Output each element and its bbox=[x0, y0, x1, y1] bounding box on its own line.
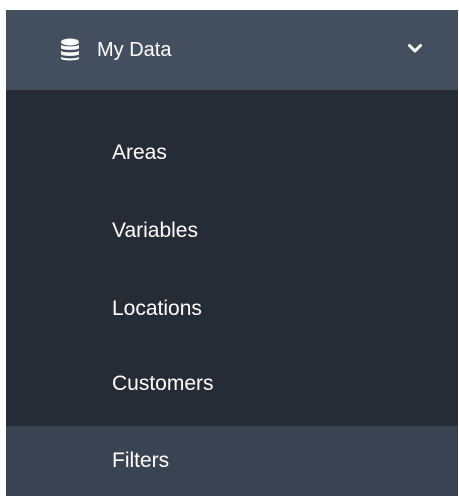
menu-item-label: Locations bbox=[112, 297, 202, 320]
menu-item-label: Areas bbox=[112, 141, 167, 164]
database-icon bbox=[61, 38, 79, 61]
page-frame: My Data Areas Variables Locations Custom… bbox=[0, 0, 459, 496]
menu-item-label: Variables bbox=[112, 219, 198, 242]
menu-item-variables[interactable]: Variables bbox=[6, 192, 458, 270]
my-data-menu-header[interactable]: My Data bbox=[6, 10, 458, 90]
my-data-menu: My Data Areas Variables Locations Custom… bbox=[6, 10, 458, 496]
chevron-down-icon[interactable] bbox=[408, 43, 422, 55]
menu-item-label: Filters bbox=[112, 449, 170, 472]
my-data-menu-title: My Data bbox=[97, 39, 172, 61]
menu-item-areas[interactable]: Areas bbox=[6, 114, 458, 192]
menu-item-locations[interactable]: Locations bbox=[6, 270, 458, 348]
menu-item-label: Customers bbox=[112, 372, 214, 395]
menu-item-customers[interactable]: Customers bbox=[6, 345, 458, 423]
menu-item-filters[interactable]: Filters bbox=[6, 426, 458, 496]
